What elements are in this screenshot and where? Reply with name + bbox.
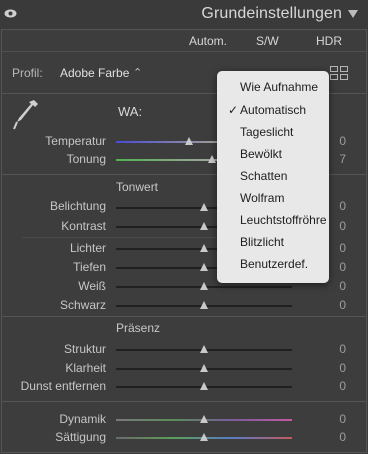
weiss-thumb[interactable] xyxy=(200,282,208,290)
eye-icon[interactable] xyxy=(4,9,17,18)
dropdown-item[interactable]: Benutzerdef. xyxy=(240,257,308,271)
wb-preset-dropdown: Wie Aufnahme ✓ Automatisch Tageslicht Be… xyxy=(217,71,329,283)
hdr-button[interactable]: HDR xyxy=(316,34,342,48)
dropdown-item[interactable]: Tageslicht xyxy=(240,125,293,139)
tonung-value[interactable]: 7 xyxy=(339,152,346,166)
dynamik-thumb[interactable] xyxy=(200,415,208,423)
saettigung-value[interactable]: 0 xyxy=(339,430,346,444)
temperatur-thumb[interactable] xyxy=(185,137,193,145)
struktur-thumb[interactable] xyxy=(200,345,208,353)
collapse-triangle-icon[interactable] xyxy=(348,10,358,18)
belichtung-label: Belichtung xyxy=(49,199,106,213)
dropdown-item[interactable]: Wie Aufnahme xyxy=(240,80,318,94)
tiefen-value[interactable]: 0 xyxy=(339,260,346,274)
wb-label: WA: xyxy=(118,104,143,119)
lichter-thumb[interactable] xyxy=(200,244,208,252)
divider xyxy=(22,237,222,238)
tonung-label: Tonung xyxy=(66,152,106,166)
schwarz-value[interactable]: 0 xyxy=(339,298,346,312)
weiss-value[interactable]: 0 xyxy=(339,279,346,293)
dunst-value[interactable]: 0 xyxy=(339,379,346,393)
kontrast-value[interactable]: 0 xyxy=(339,219,346,233)
dropdown-item[interactable]: Blitzlicht xyxy=(240,235,284,249)
klarheit-label: Klarheit xyxy=(65,361,106,375)
belichtung-value[interactable]: 0 xyxy=(339,199,346,213)
saettigung-thumb[interactable] xyxy=(200,433,208,441)
dunst-thumb[interactable] xyxy=(200,382,208,390)
weiss-label: Weiß xyxy=(78,279,106,293)
panel-title: Grundeinstellungen xyxy=(201,5,342,22)
schwarz-thumb[interactable] xyxy=(200,301,208,309)
panel-header[interactable]: Grundeinstellungen xyxy=(0,0,368,29)
kontrast-label: Kontrast xyxy=(61,219,106,233)
profile-select[interactable]: Adobe Farbe xyxy=(60,66,129,80)
profile-label: Profil: xyxy=(12,66,43,80)
mode-bar: Autom. S/W HDR xyxy=(2,30,366,52)
dynamik-label: Dynamik xyxy=(59,412,106,426)
klarheit-thumb[interactable] xyxy=(200,364,208,372)
tonwert-heading: Tonwert xyxy=(116,180,159,194)
struktur-value[interactable]: 0 xyxy=(339,342,346,356)
dropdown-item-selected[interactable]: Automatisch xyxy=(240,103,306,117)
eyedropper-icon[interactable] xyxy=(12,98,40,132)
sw-button[interactable]: S/W xyxy=(256,34,279,48)
lichter-label: Lichter xyxy=(69,241,106,255)
profile-chevron-icon[interactable]: ⌃ xyxy=(133,66,142,79)
checkmark-icon: ✓ xyxy=(228,103,239,117)
dropdown-item[interactable]: Bewölkt xyxy=(240,147,282,161)
schwarz-label: Schwarz xyxy=(59,298,106,312)
tiefen-label: Tiefen xyxy=(73,260,106,274)
belichtung-thumb[interactable] xyxy=(200,203,208,211)
lichter-value[interactable]: 0 xyxy=(339,241,346,255)
divider xyxy=(2,401,366,402)
dunst-label: Dunst entfernen xyxy=(20,379,106,393)
klarheit-value[interactable]: 0 xyxy=(339,361,346,375)
dropdown-item[interactable]: Leuchtstoffröhre xyxy=(240,213,327,227)
divider xyxy=(2,316,366,317)
profile-row: Profil: Adobe Farbe ⌃ xyxy=(12,66,142,80)
praesenz-heading: Präsenz xyxy=(116,321,161,335)
temperatur-label: Temperatur xyxy=(45,134,106,148)
temperatur-value[interactable]: 0 xyxy=(339,134,346,148)
struktur-label: Struktur xyxy=(63,342,106,356)
grid-icon[interactable] xyxy=(330,66,348,80)
autom-button[interactable]: Autom. xyxy=(189,34,227,48)
basic-panel: Grundeinstellungen Autom. S/W HDR Profil… xyxy=(0,0,368,454)
dynamik-value[interactable]: 0 xyxy=(339,412,346,426)
kontrast-thumb[interactable] xyxy=(200,222,208,230)
tiefen-thumb[interactable] xyxy=(200,263,208,271)
dropdown-item[interactable]: Schatten xyxy=(240,169,287,183)
tonung-thumb[interactable] xyxy=(208,155,216,163)
dropdown-item[interactable]: Wolfram xyxy=(240,191,284,205)
saettigung-label: Sättigung xyxy=(55,430,106,444)
